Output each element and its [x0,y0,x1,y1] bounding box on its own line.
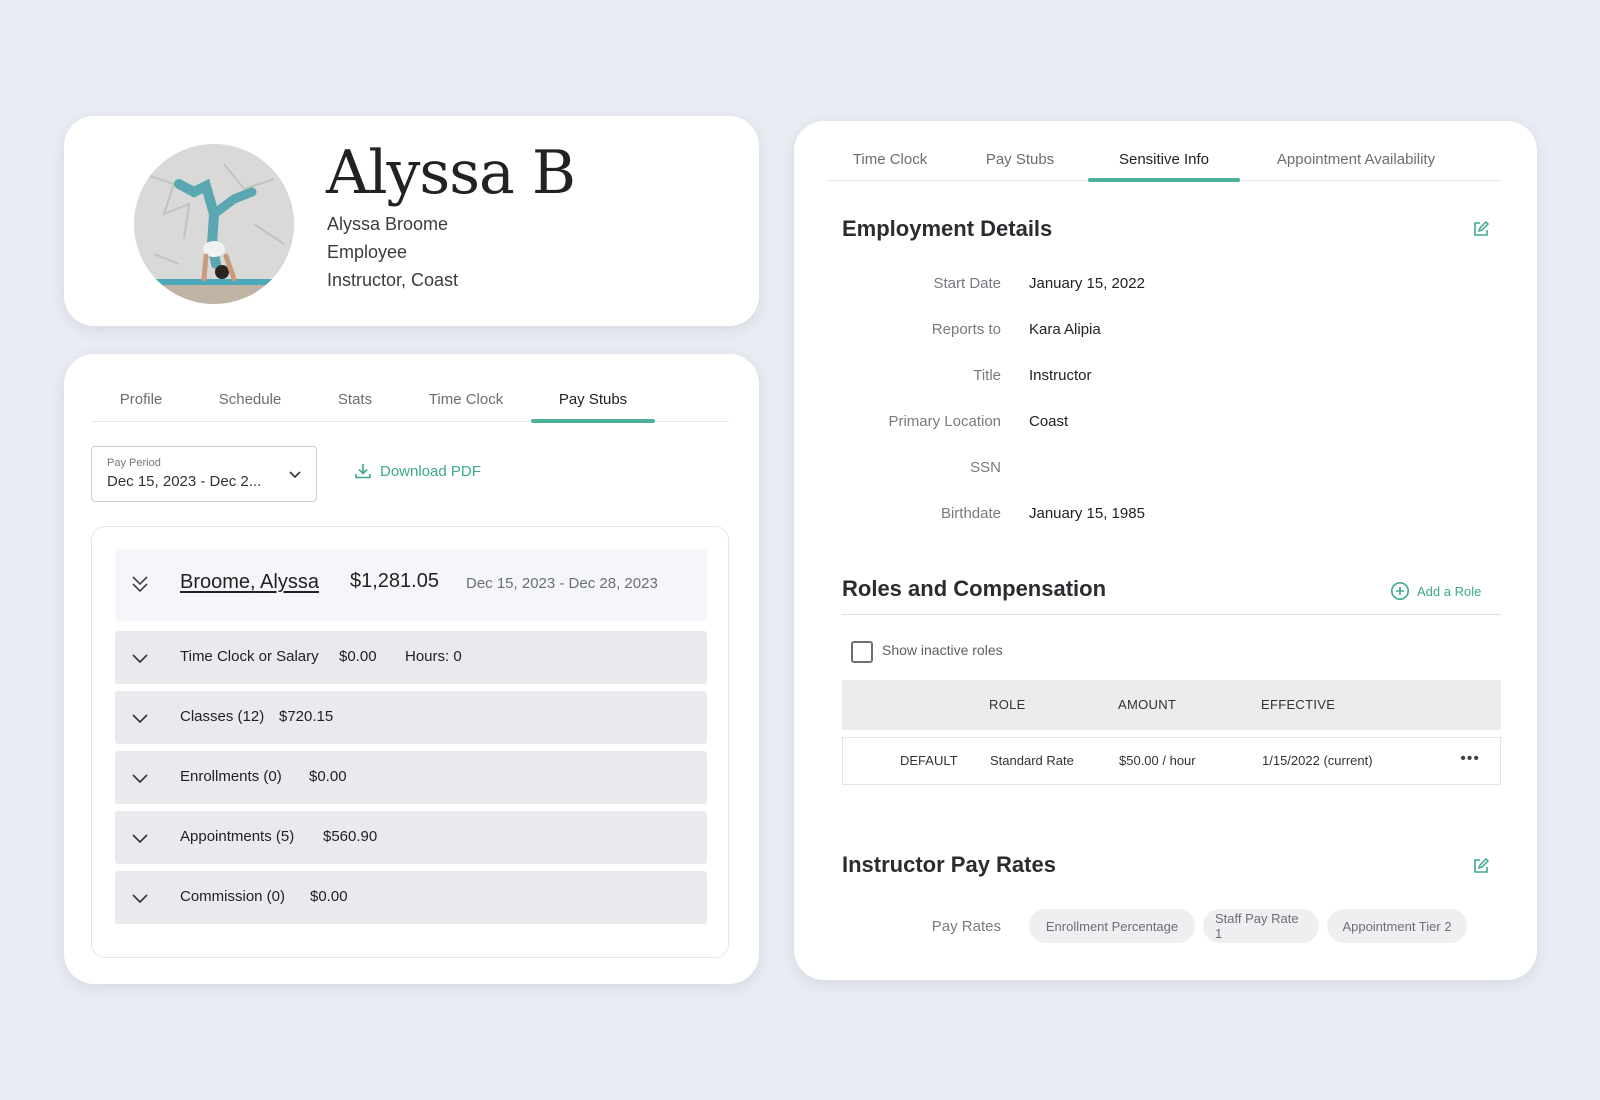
edit-icon[interactable] [1472,857,1490,875]
stub-row-label: Classes (12) [180,708,265,725]
stub-row-amount: $0.00 [339,648,377,665]
column-header-effective: EFFECTIVE [1261,697,1336,712]
role-tag: DEFAULT [900,753,958,768]
roles-table-header: ROLE AMOUNT EFFECTIVE [842,680,1501,730]
roles-compensation-title: Roles and Compensation [842,576,1107,601]
avatar-photo-image [134,144,294,304]
ssn-label: SSN [970,459,1001,476]
role-amount: $50.00 / hour [1119,753,1196,768]
tab-pay-stubs[interactable]: Pay Stubs [531,378,655,423]
employment-type: Employee [327,242,408,262]
show-inactive-label: Show inactive roles [882,642,1003,658]
employee-last-name: Broome [180,571,251,593]
edit-icon[interactable] [1472,220,1490,238]
birthdate-label: Birthdate [940,505,1001,522]
column-header-role: ROLE [989,697,1026,712]
role-effective: 1/15/2022 (current) [1262,753,1373,768]
stub-row-classes[interactable]: Classes (12) $720.15 [115,691,707,744]
tab-time-clock[interactable]: Time Clock [828,139,952,180]
pay-rate-pill[interactable]: Appointment Tier 2 [1327,909,1467,943]
stub-row-time-clock[interactable]: Time Clock or Salary $0.00 Hours: 0 [115,631,707,684]
name-separator: , [250,571,256,593]
stub-row-appointments[interactable]: Appointments (5) $560.90 [115,811,707,864]
table-row: DEFAULT Standard Rate $50.00 / hour 1/15… [842,737,1501,785]
tab-appointment-availability[interactable]: Appointment Availability [1240,139,1472,180]
pay-rate-pill[interactable]: Enrollment Percentage [1029,909,1195,943]
show-inactive-checkbox[interactable] [851,641,873,663]
tab-pay-stubs[interactable]: Pay Stubs [952,139,1088,180]
pay-stub-range: Dec 15, 2023 - Dec 28, 2023 [466,575,658,592]
tab-profile[interactable]: Profile [91,378,191,421]
details-card: Time Clock Pay Stubs Sensitive Info Appo… [794,121,1537,980]
pay-stub: Broome, Alyssa $1,281.05 Dec 15, 2023 - … [91,526,729,958]
start-date-value: January 15, 2022 [1029,275,1145,292]
chevron-down-icon [132,714,148,724]
title-value: Instructor [1029,367,1092,384]
tab-stats[interactable]: Stats [309,378,401,421]
stub-row-amount: $0.00 [309,768,347,785]
pay-rate-pill[interactable]: Staff Pay Rate 1 [1203,909,1319,943]
pay-rates-label: Pay Rates [931,918,1001,935]
stub-row-enrollments[interactable]: Enrollments (0) $0.00 [115,751,707,804]
chevron-down-icon [289,471,301,479]
tab-time-clock[interactable]: Time Clock [401,378,531,421]
add-role-label: Add a Role [1417,583,1482,599]
chevron-down-icon [132,894,148,904]
paystubs-card: Profile Schedule Stats Time Clock Pay St… [64,354,759,984]
stub-row-amount: $560.90 [323,828,378,845]
primary-location-label: Primary Location [888,413,1001,430]
birthdate-value: January 15, 1985 [1029,505,1145,522]
employment-details-title: Employment Details [842,216,1053,241]
reports-to-value: Kara Alipia [1029,321,1101,338]
title-label: Title [973,367,1001,384]
chevron-down-icon [132,654,148,664]
role-name: Standard Rate [990,753,1074,768]
plus-circle-icon [1391,582,1409,600]
divider [842,614,1501,615]
pay-period-value: Dec 15, 2023 - Dec 2... [107,473,262,490]
tab-sensitive-info[interactable]: Sensitive Info [1088,139,1240,182]
pay-period-label: Pay Period [107,457,161,469]
profile-card: Alyssa B Alyssa Broome Employee Instruct… [64,116,759,326]
column-header-amount: AMOUNT [1118,697,1177,712]
tab-schedule[interactable]: Schedule [191,378,309,421]
add-role-button[interactable]: Add a Role [1390,581,1481,601]
start-date-label: Start Date [933,275,1001,292]
stub-row-label: Enrollments (0) [180,768,282,785]
download-icon [355,464,371,479]
download-pdf-button[interactable]: Download PDF [354,462,481,480]
full-name: Alyssa Broome [327,214,449,234]
stub-row-amount: $0.00 [310,888,348,905]
stub-row-label: Appointments (5) [180,828,295,845]
pay-stub-header: Broome, Alyssa $1,281.05 Dec 15, 2023 - … [115,549,707,621]
pay-stub-total: $1,281.05 [350,570,439,592]
details-tabs: Time Clock Pay Stubs Sensitive Info Appo… [828,139,1501,182]
instructor-pay-rates-title: Instructor Pay Rates [842,852,1056,877]
employee-first-name: Alyssa [260,571,319,593]
reports-to-label: Reports to [931,321,1001,338]
stub-row-commission[interactable]: Commission (0) $0.00 [115,871,707,924]
pay-period-select[interactable]: Pay Period Dec 15, 2023 - Dec 2... [91,446,317,502]
chevron-down-icon [132,834,148,844]
avatar [134,144,294,304]
download-pdf-label: Download PDF [380,462,481,480]
stub-row-hours: Hours: 0 [405,648,462,665]
paystubs-tabs: Profile Schedule Stats Time Clock Pay St… [91,378,729,423]
stub-row-label: Commission (0) [180,888,286,905]
role-location: Instructor, Coast [327,270,459,290]
display-name: Alyssa B [326,138,576,208]
chevron-down-icon [132,774,148,784]
more-options-icon[interactable]: ••• [1460,750,1480,768]
collapse-all-icon[interactable] [129,573,151,595]
stub-row-label: Time Clock or Salary [180,648,319,665]
employee-name-link[interactable]: Broome, Alyssa [180,571,319,594]
stub-row-amount: $720.15 [279,708,334,725]
primary-location-value: Coast [1029,413,1069,430]
